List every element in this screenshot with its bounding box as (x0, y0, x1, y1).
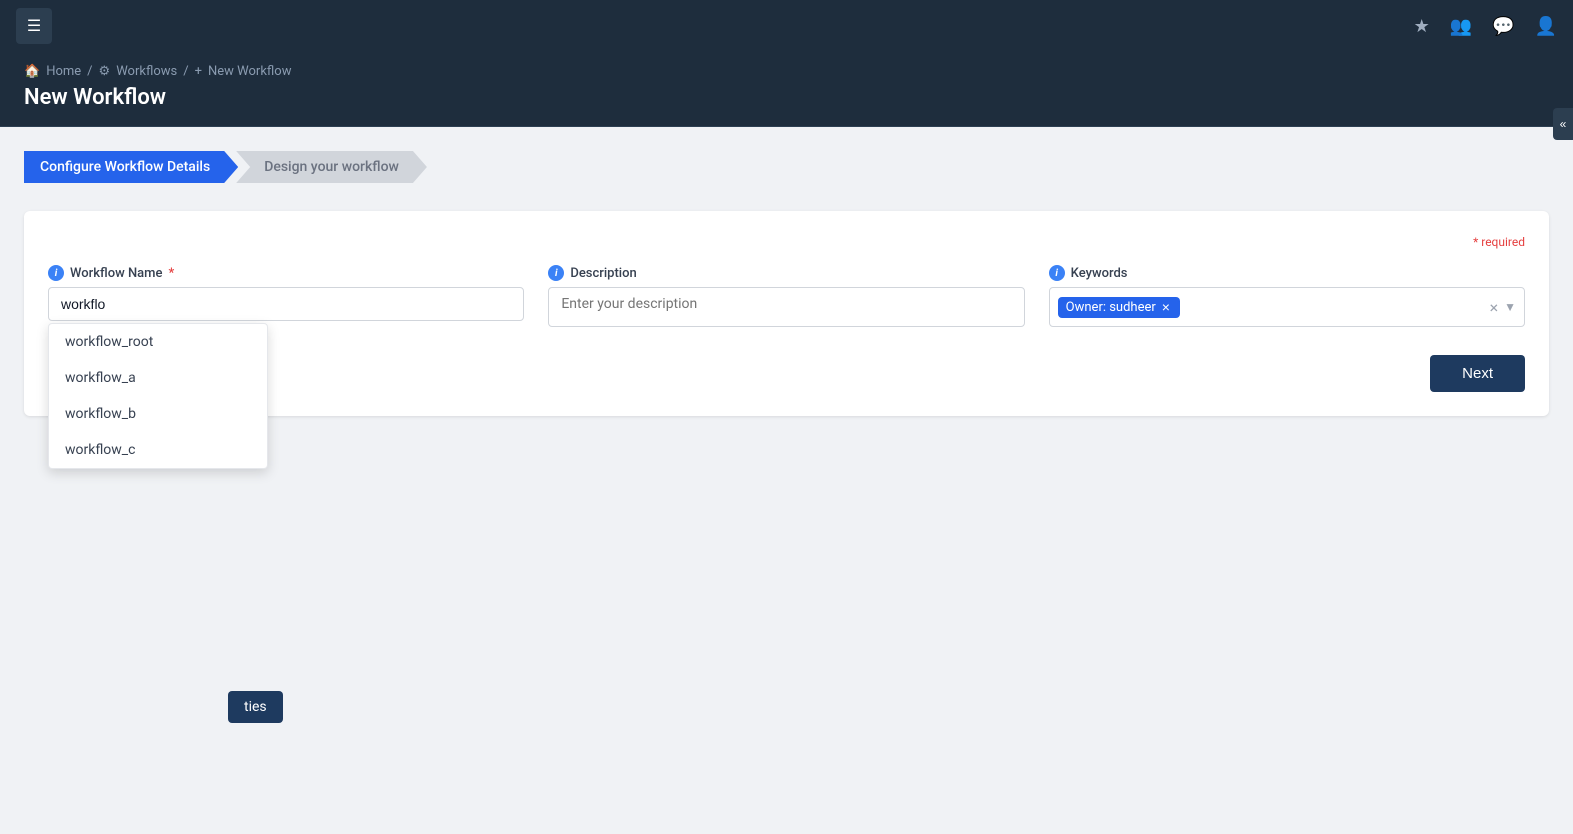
breadcrumb-sep-2: / (183, 64, 188, 79)
user-avatar-icon[interactable]: 👤 (1535, 16, 1557, 37)
step-configure[interactable]: Configure Workflow Details (24, 151, 238, 183)
keywords-label: i Keywords (1049, 265, 1525, 281)
keywords-dropdown-button[interactable]: ▼ (1504, 300, 1516, 314)
workflow-name-label: i Workflow Name * (48, 265, 524, 281)
breadcrumb-workflows[interactable]: Workflows (116, 64, 177, 79)
home-icon: 🏠 (24, 64, 40, 79)
description-field: i Description (548, 265, 1024, 331)
keyword-tag-0: Owner: sudheer × (1058, 297, 1180, 318)
navbar: ☰ ★ 👥 💬 👤 (0, 0, 1573, 52)
workflow-icon: ⚙ (99, 64, 111, 79)
hamburger-button[interactable]: ☰ (16, 8, 52, 44)
step-design-label: Design your workflow (264, 159, 399, 175)
keywords-clear-button[interactable]: × (1490, 298, 1499, 317)
workflow-name-input[interactable] (48, 287, 524, 321)
main-content: Configure Workflow Details Design your w… (0, 127, 1573, 440)
star-icon[interactable]: ★ (1414, 16, 1430, 37)
next-button[interactable]: Next (1430, 355, 1525, 392)
steps-container: Configure Workflow Details Design your w… (24, 151, 1549, 183)
collapse-icon: « (1560, 117, 1567, 131)
keyword-tag-remove-button[interactable]: × (1160, 300, 1172, 314)
navbar-left: ☰ (16, 8, 52, 44)
form-grid: i Workflow Name * workflow_root workflow… (48, 265, 1525, 331)
keywords-field: i Keywords Owner: sudheer × × ▼ (1049, 265, 1525, 327)
keywords-label-text: Keywords (1071, 266, 1128, 281)
workflow-name-info-icon[interactable]: i (48, 265, 64, 281)
step-configure-label: Configure Workflow Details (40, 159, 210, 175)
form-footer: Next (48, 355, 1525, 392)
autocomplete-item-0[interactable]: workflow_root (49, 324, 267, 360)
keywords-info-icon[interactable]: i (1049, 265, 1065, 281)
form-card: * required i Workflow Name * workflow_ro… (24, 211, 1549, 416)
breadcrumb-sep-1: / (87, 64, 92, 79)
add-user-icon[interactable]: 👥 (1450, 16, 1472, 37)
hamburger-icon: ☰ (27, 16, 41, 36)
autocomplete-dropdown: workflow_root workflow_a workflow_b work… (48, 323, 268, 469)
chat-icon[interactable]: 💬 (1492, 16, 1514, 37)
workflow-name-required-star: * (168, 266, 174, 281)
autocomplete-item-2[interactable]: workflow_b (49, 396, 267, 432)
breadcrumb-current: New Workflow (208, 64, 291, 79)
step-design[interactable]: Design your workflow (236, 151, 427, 183)
breadcrumb: 🏠 Home / ⚙ Workflows / + New Workflow (24, 64, 1549, 79)
workflow-name-field: i Workflow Name * workflow_root workflow… (48, 265, 524, 321)
description-label-text: Description (570, 266, 636, 281)
required-note: * required (48, 235, 1525, 249)
keywords-input-container[interactable]: Owner: sudheer × × ▼ (1049, 287, 1525, 327)
new-workflow-icon: + (195, 64, 202, 79)
collapse-sidebar-button[interactable]: « (1553, 108, 1573, 140)
page-title: New Workflow (24, 85, 1549, 110)
keywords-actions: × ▼ (1490, 298, 1516, 317)
keyword-tag-text: Owner: sudheer (1066, 300, 1156, 315)
description-info-icon[interactable]: i (548, 265, 564, 281)
page-header: 🏠 Home / ⚙ Workflows / + New Workflow Ne… (0, 52, 1573, 127)
partial-button[interactable]: ties (228, 691, 283, 723)
description-label: i Description (548, 265, 1024, 281)
description-textarea[interactable] (548, 287, 1024, 327)
autocomplete-wrapper: workflow_root workflow_a workflow_b work… (48, 287, 524, 321)
navbar-right: ★ 👥 💬 👤 (1414, 16, 1557, 37)
autocomplete-item-1[interactable]: workflow_a (49, 360, 267, 396)
workflow-name-label-text: Workflow Name (70, 266, 162, 281)
breadcrumb-home[interactable]: Home (46, 64, 81, 79)
autocomplete-item-3[interactable]: workflow_c (49, 432, 267, 468)
